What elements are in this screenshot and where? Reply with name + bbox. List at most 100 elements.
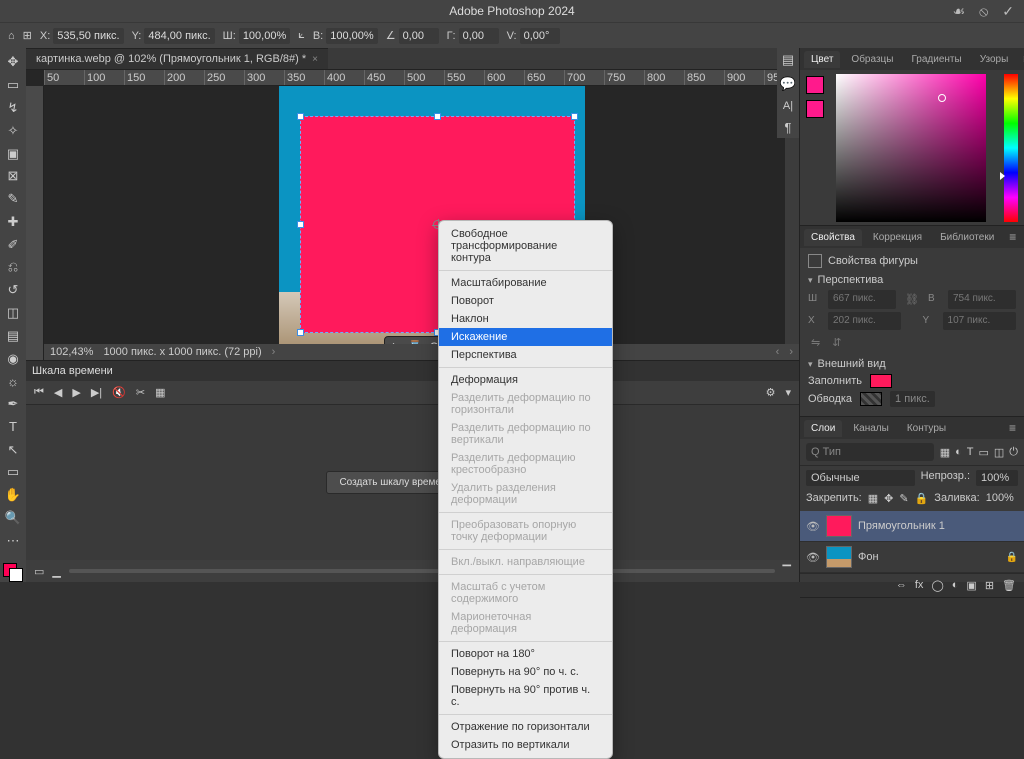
layer-name[interactable]: Фон <box>858 551 879 563</box>
shape-tool-icon[interactable]: ▭ <box>2 462 24 483</box>
layer-name[interactable]: Прямоугольник 1 <box>858 520 945 532</box>
context-menu-item[interactable]: Поворот <box>439 292 612 310</box>
link-layers-icon[interactable]: ⇔ <box>896 579 907 592</box>
cancel-icon[interactable]: ⦸ <box>979 3 988 20</box>
tab-paths[interactable]: Контуры <box>900 420 953 437</box>
split-icon[interactable]: ✂ <box>136 386 145 399</box>
next-frame-icon[interactable]: ▶| <box>91 386 102 399</box>
wand-tool-icon[interactable]: ✧ <box>2 120 24 141</box>
move-tool-icon[interactable]: ✥ <box>2 52 24 73</box>
layer-thumbnail[interactable] <box>826 546 852 568</box>
context-menu-item[interactable]: Перспектива <box>439 346 612 364</box>
filter-pixel-icon[interactable]: ▦ <box>940 446 950 459</box>
path-tool-icon[interactable]: ↖ <box>2 439 24 460</box>
hand-tool-icon[interactable]: ✋ <box>2 485 24 506</box>
mask-icon[interactable]: ◯ <box>931 579 943 592</box>
nav-next-icon[interactable]: › <box>789 346 793 358</box>
color-swatches[interactable] <box>3 563 23 582</box>
crop-tool-icon[interactable]: ▣ <box>2 143 24 164</box>
transition-icon[interactable]: ▦ <box>155 386 165 399</box>
doc-info-chevron-icon[interactable]: › <box>272 346 276 358</box>
color-picker[interactable] <box>836 74 986 222</box>
frame-tool-icon[interactable]: ⊠ <box>2 166 24 187</box>
blend-mode[interactable]: Обычные <box>806 470 915 486</box>
context-menu-item[interactable]: Поворот на 180° <box>439 645 612 663</box>
context-menu-item[interactable]: Искажение <box>439 328 612 346</box>
zoom-tool-icon[interactable]: 🔍 <box>2 508 24 529</box>
delete-icon[interactable]: 🗑 <box>1002 579 1016 592</box>
fx-icon[interactable]: fx <box>915 579 924 592</box>
transform-handle[interactable] <box>297 221 304 228</box>
flip-h-icon[interactable]: ⇋ <box>808 333 823 352</box>
settings-icon[interactable]: ⚙ <box>766 386 776 399</box>
prev-frame-icon[interactable]: ◀ <box>54 386 62 399</box>
context-menu-item[interactable]: Повернуть на 90° против ч. с. <box>439 681 612 711</box>
character-panel-icon[interactable]: A| <box>783 100 793 112</box>
visibility-icon[interactable]: 👁 <box>806 551 820 564</box>
gradient-tool-icon[interactable]: ▤ <box>2 325 24 346</box>
edit-toolbar-icon[interactable]: ⋯ <box>2 530 24 551</box>
context-menu-item[interactable]: Повернуть на 90° по ч. с. <box>439 663 612 681</box>
audio-icon[interactable]: 🔇 <box>112 386 126 399</box>
h-value[interactable]: 100,00% <box>326 28 377 44</box>
w-value[interactable]: 100,00% <box>239 28 290 44</box>
zoom-out-icon[interactable]: ▁ <box>52 565 60 578</box>
marquee-tool-icon[interactable]: ▭ <box>2 75 24 96</box>
eraser-tool-icon[interactable]: ◫ <box>2 303 24 324</box>
transform-handle[interactable] <box>297 329 304 336</box>
context-menu-item[interactable]: Наклон <box>439 310 612 328</box>
prop-y-value[interactable]: 107 пикс. <box>943 312 1016 330</box>
zoom-level[interactable]: 102,43% <box>50 346 93 358</box>
menu-icon[interactable]: ▾ <box>785 386 791 399</box>
timeline-tab[interactable]: Шкала времени <box>32 365 113 377</box>
stamp-tool-icon[interactable]: ⎌ <box>2 257 24 278</box>
play-icon[interactable]: ▶ <box>72 386 80 399</box>
tab-color[interactable]: Цвет <box>804 51 840 68</box>
context-menu-item[interactable]: Отражение по горизонтали <box>439 718 612 736</box>
reference-point-icon[interactable]: ⊞ <box>23 29 32 42</box>
document-tab[interactable]: картинка.webp @ 102% (Прямоугольник 1, R… <box>26 48 328 69</box>
tab-swatches[interactable]: Образцы <box>844 51 900 68</box>
dodge-tool-icon[interactable]: ☼ <box>2 371 24 392</box>
adjustment-icon[interactable]: ◐ <box>952 579 959 592</box>
filter-toggle-icon[interactable]: ⏻ <box>1009 446 1018 459</box>
home-icon[interactable]: ⌂ <box>8 30 15 42</box>
flip-v-icon[interactable]: ⇵ <box>829 333 844 352</box>
filter-type-icon[interactable]: T <box>967 446 974 459</box>
new-layer-icon[interactable]: ⊞ <box>985 579 994 592</box>
panel-menu-icon[interactable]: ≡ <box>1005 230 1020 244</box>
eyedropper-tool-icon[interactable]: ✎ <box>2 189 24 210</box>
stroke-width[interactable]: 1 пикс. <box>890 391 935 407</box>
panel-menu-icon[interactable]: ≡ <box>1005 421 1020 435</box>
history-brush-icon[interactable]: ↺ <box>2 280 24 301</box>
paragraph-panel-icon[interactable]: ¶ <box>785 120 792 135</box>
commit-icon[interactable]: ✓ <box>1002 3 1014 20</box>
lock-icon[interactable]: 🔒 <box>1006 552 1018 563</box>
group-icon[interactable]: ▣ <box>966 579 976 592</box>
filter-adjust-icon[interactable]: ◐ <box>955 446 962 459</box>
prop-x-value[interactable]: 202 пикс. <box>828 312 901 330</box>
heal-tool-icon[interactable]: ✚ <box>2 211 24 232</box>
stroke-color-chip[interactable] <box>860 392 882 406</box>
x-value[interactable]: 535,50 пикс. <box>53 28 123 44</box>
visibility-icon[interactable]: 👁 <box>806 520 820 533</box>
timeline-mode-icon[interactable]: ▭ <box>34 565 44 578</box>
fill-value[interactable]: 100% <box>986 492 1024 505</box>
lock-pixel-icon[interactable]: ✎ <box>899 492 908 505</box>
tab-libraries[interactable]: Библиотеки <box>933 229 1001 246</box>
nav-prev-icon[interactable]: ‹ <box>776 346 780 358</box>
prop-h-value[interactable]: 754 пикс. <box>948 290 1016 309</box>
layer-item[interactable]: 👁 Фон 🔒 <box>800 542 1024 573</box>
transform-handle[interactable] <box>297 113 304 120</box>
context-menu-item[interactable]: Деформация <box>439 371 612 389</box>
y-value[interactable]: 484,00 пикс. <box>144 28 214 44</box>
tab-properties[interactable]: Свойства <box>804 229 862 246</box>
context-menu-item[interactable]: Свободное трансформирование контура <box>439 225 612 267</box>
hue-slider[interactable] <box>1004 74 1018 222</box>
brush-tool-icon[interactable]: ✐ <box>2 234 24 255</box>
prop-w-value[interactable]: 667 пикс. <box>828 290 896 309</box>
blur-tool-icon[interactable]: ◉ <box>2 348 24 369</box>
zoom-in-icon[interactable]: ▔ <box>783 565 791 578</box>
tab-layers[interactable]: Слои <box>804 420 842 437</box>
comments-panel-icon[interactable]: 💬 <box>780 76 796 92</box>
